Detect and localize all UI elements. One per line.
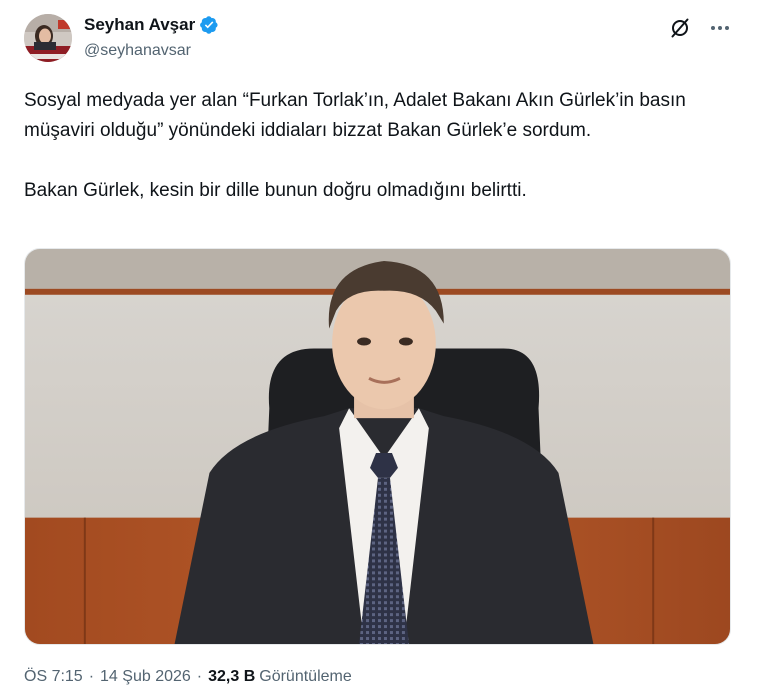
verified-badge-icon	[199, 15, 219, 35]
meta-separator: ·	[196, 668, 203, 685]
tweet-meta: ÖS 7:15 · 14 Şub 2026 · 32,3 B Görüntüle…	[24, 668, 352, 686]
avatar[interactable]	[24, 14, 72, 62]
views-count: 32,3 B	[208, 668, 256, 685]
tweet-photo[interactable]	[24, 248, 731, 645]
meta-separator: ·	[88, 668, 95, 685]
author-handle[interactable]: @seyhanavsar	[84, 42, 191, 60]
author-name[interactable]: Seyhan Avşar	[84, 15, 195, 35]
tweet-top-actions	[668, 16, 732, 40]
more-icon[interactable]	[708, 16, 732, 40]
grok-icon[interactable]	[668, 16, 692, 40]
views-label: Görüntüleme	[259, 668, 352, 685]
tweet-text: Sosyal medyada yer alan “Furkan Torlak’ı…	[24, 86, 736, 206]
tweet-time[interactable]: ÖS 7:15	[24, 668, 83, 686]
tweet-card: Seyhan Avşar @seyhanavsar Sosyal medyada…	[0, 0, 758, 699]
author-name-row: Seyhan Avşar	[84, 15, 219, 35]
tweet-date[interactable]: 14 Şub 2026	[100, 668, 191, 686]
tweet-paragraph: Bakan Gürlek, kesin bir dille bunun doğr…	[24, 180, 527, 201]
tweet-paragraph: Sosyal medyada yer alan “Furkan Torlak’ı…	[24, 90, 686, 141]
